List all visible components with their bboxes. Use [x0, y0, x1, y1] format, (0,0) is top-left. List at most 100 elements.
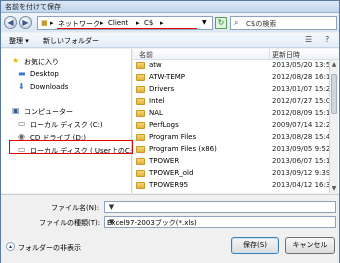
folder-icon [136, 110, 145, 117]
filetype-select[interactable]: Excel97-2003ブック(*.xls) ▼ [104, 216, 336, 228]
file-date: 2013/04/12 16:31 [272, 181, 335, 189]
filename-input[interactable]: ▼ [104, 201, 336, 213]
file-date: 2009/07/14 12:20 [272, 121, 335, 129]
file-date: 2013/09/05 9:52 [272, 145, 331, 153]
nav-item-computer[interactable]: ▣ コンピューター [1, 106, 132, 117]
window-title: 名前を付けて保存 [5, 3, 61, 11]
folder-icon [136, 122, 145, 129]
file-name: Program Files [149, 133, 197, 141]
file-name: TPOWER95 [149, 181, 189, 189]
vertical-scrollbar[interactable]: ▲ ▼ [329, 60, 338, 193]
nav-item-favorites[interactable]: ★ お気に入り [1, 56, 132, 67]
file-date: 2012/07/27 15:00 [272, 97, 335, 105]
search-placeholder: C$の検索 [246, 20, 277, 28]
drive-icon: ▭ [18, 119, 26, 128]
bottom-panel: ファイル名(N): ▼ ファイルの種類(T): Excel97-2003ブック(… [1, 194, 339, 263]
command-toolbar: 整理 ▾ 新しいフォルダー ☰ ? [1, 33, 339, 48]
filename-label: ファイル名(N): [51, 204, 100, 212]
table-row[interactable]: Program Files 2013/08/28 15:44 [133, 132, 335, 143]
file-name: TPOWER [149, 157, 180, 165]
folder-icon [136, 182, 145, 189]
folder-icon [136, 86, 145, 93]
filename-dropdown-icon[interactable]: ▼ [107, 203, 116, 211]
search-input[interactable]: ⌕ C$の検索 [230, 16, 337, 30]
scroll-down-icon[interactable]: ▼ [330, 185, 338, 192]
table-row[interactable]: TPOWER95 2013/04/12 16:31 [133, 180, 335, 191]
organize-button[interactable]: 整理 ▾ [9, 36, 29, 46]
navigation-pane: ★ お気に入り ▬ Desktop ⬇ Downloads ▣ コンピューター … [1, 49, 132, 193]
table-row[interactable]: NAL 2012/08/09 15:18 [133, 108, 335, 119]
breadcrumb-separator: ▸ [136, 19, 140, 27]
file-name: NAL [149, 109, 163, 117]
table-row[interactable]: Intel 2012/07/27 15:00 [133, 96, 335, 107]
nav-desktop-label: Desktop [30, 70, 59, 78]
table-row[interactable]: Program Files (x86) 2013/09/05 9:52 [133, 144, 331, 155]
address-dropdown-icon[interactable]: ▼ [202, 19, 207, 26]
chevron-up-icon: ▴ [6, 242, 15, 251]
hide-folders-label: フォルダーの非表示 [18, 244, 81, 252]
address-bar[interactable]: ■ ▸ ネットワーク ▸ Client ▸ C$ ▸ ▼ [37, 16, 213, 30]
folder-icon [136, 146, 145, 153]
column-header-date[interactable]: 更新日時 [272, 50, 300, 60]
table-row[interactable]: Drivers 2013/01/07 15:22 [133, 84, 335, 95]
scrollbar-thumb[interactable] [331, 74, 337, 114]
hide-folders-button[interactable]: ▴ フォルダーの非表示 [6, 241, 81, 253]
file-list-header: 名前 更新日時 [133, 49, 339, 60]
folder-icon [136, 134, 145, 141]
nav-item-downloads[interactable]: ⬇ Downloads [1, 82, 132, 93]
folder-icon [136, 158, 145, 165]
nav-favorites-label: お気に入り [24, 58, 59, 66]
computer-icon: ▣ [12, 106, 20, 115]
folder-icon [136, 62, 145, 69]
file-name: Intel [149, 97, 165, 105]
help-icon[interactable]: ? [325, 35, 329, 44]
save-button[interactable]: 保存(S) [231, 237, 279, 254]
nav-downloads-label: Downloads [30, 83, 69, 91]
file-date: 2013/08/28 15:44 [272, 133, 335, 141]
file-date: 2013/01/07 15:22 [272, 85, 335, 93]
table-row[interactable]: atw 2013/05/20 13:59 [133, 60, 335, 71]
file-date: 2013/06/07 15:17 [272, 157, 335, 165]
breadcrumb-separator: ▸ [160, 19, 164, 27]
downloads-icon: ⬇ [18, 82, 25, 91]
table-row[interactable]: TPOWER 2013/06/07 15:17 [133, 156, 335, 167]
breadcrumb-client[interactable]: Client [108, 19, 128, 27]
nav-computer-label: コンピューター [24, 108, 73, 116]
file-name: Drivers [149, 85, 175, 93]
file-name: TPOWER_old [149, 169, 194, 177]
title-bar: 名前を付けて保存 [1, 1, 339, 13]
nav-item-local-disk-c[interactable]: ▭ ローカル ディスク (C:) [1, 119, 132, 130]
forward-button[interactable]: ▶ [19, 16, 32, 29]
back-button[interactable]: ◀ [4, 16, 17, 29]
forward-arrow-icon: ▶ [22, 18, 29, 27]
file-name: Program Files (x86) [149, 145, 217, 153]
cancel-button[interactable]: キャンセル [285, 237, 335, 254]
refresh-button[interactable]: ↻ [215, 17, 227, 29]
file-name: atw [149, 61, 162, 69]
folder-icon [136, 98, 145, 105]
breadcrumb-separator: ▸ [100, 19, 104, 27]
table-row[interactable]: ATW-TEMP 2012/08/28 16:14 [133, 72, 335, 83]
file-date: 2013/09/12 9:39 [272, 169, 331, 177]
file-name: PerfLogs [149, 121, 179, 129]
new-folder-button[interactable]: 新しいフォルダー [43, 36, 99, 46]
back-arrow-icon: ◀ [7, 18, 14, 27]
file-date: 2012/08/09 15:18 [272, 109, 335, 117]
file-date: 2012/08/28 16:14 [272, 73, 335, 81]
scroll-up-icon[interactable]: ▲ [330, 61, 338, 68]
table-row[interactable]: TPOWER_old 2013/09/12 9:39 [133, 168, 331, 179]
breadcrumb-c-share[interactable]: C$ [144, 19, 153, 27]
folder-icon [136, 74, 145, 81]
column-header-name[interactable]: 名前 [139, 50, 153, 60]
red-underline-annotation [57, 28, 197, 29]
star-icon: ★ [12, 56, 20, 65]
breadcrumb-separator: ▸ [50, 19, 54, 27]
filetype-label: ファイルの種類(T): [39, 219, 101, 227]
column-divider [269, 49, 270, 60]
search-icon: ⌕ [234, 18, 239, 27]
file-list: 名前 更新日時 atw 2013/05/20 13:59 ATW-TEMP 2012/… [133, 49, 339, 193]
table-row[interactable]: PerfLogs 2009/07/14 12:20 [133, 120, 335, 131]
view-options-icon[interactable]: ☰ [305, 35, 312, 44]
nav-item-desktop[interactable]: ▬ Desktop [1, 69, 132, 80]
filetype-dropdown-icon[interactable]: ▼ [107, 218, 116, 226]
